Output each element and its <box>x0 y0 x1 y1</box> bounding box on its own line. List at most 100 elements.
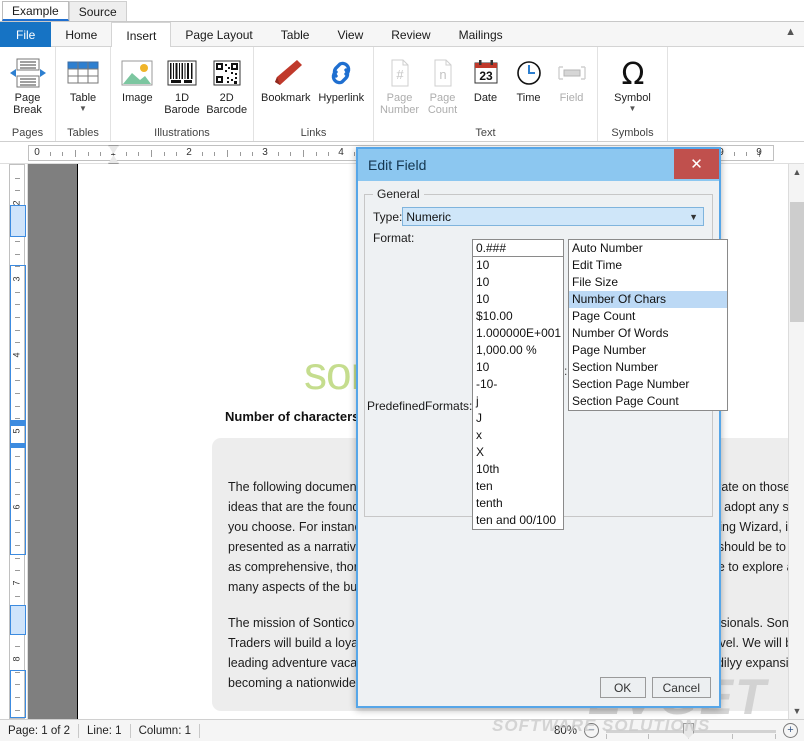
ribbon-group-title: Text <box>374 125 597 141</box>
vertical-scrollbar[interactable]: ▲ ▼ <box>788 164 804 719</box>
ribbon-group-links: Bookmark Hyperlink Links <box>254 47 374 141</box>
ribbon-tab-mailings[interactable]: Mailings <box>445 22 517 47</box>
chevron-down-icon[interactable]: ▼ <box>79 105 87 113</box>
page-break-button[interactable]: Page Break <box>4 51 51 116</box>
time-button[interactable]: Time <box>507 51 550 104</box>
bookmark-label: Bookmark <box>260 92 311 104</box>
status-line: Line: 1 <box>79 723 131 738</box>
ribbon-tab-view[interactable]: View <box>323 22 377 47</box>
document-tab-source[interactable]: Source <box>68 1 127 21</box>
format-option[interactable]: 10 <box>473 291 563 308</box>
scroll-down-button[interactable]: ▼ <box>789 703 804 719</box>
zoom-slider[interactable] <box>606 722 776 739</box>
format-option[interactable]: ten and 00/100 <box>473 512 563 529</box>
scroll-thumb[interactable] <box>790 202 804 322</box>
ruler-tick <box>87 152 89 156</box>
ok-button[interactable]: OK <box>599 677 646 698</box>
predefined-list-column: Auto Number Edit Time File Size Number Of C… <box>568 239 728 411</box>
ruler-number: 7 <box>11 580 22 586</box>
plus-circle-icon[interactable]: + <box>783 723 798 738</box>
cancel-button[interactable]: Cancel <box>651 677 711 698</box>
format-option[interactable]: 10 <box>473 359 563 376</box>
format-option[interactable]: 10th <box>473 461 563 478</box>
ruler-tick <box>201 152 203 156</box>
ribbon-tab-review[interactable]: Review <box>377 22 444 47</box>
dialog-title-bar[interactable]: Edit Field ✕ <box>358 149 719 181</box>
date-button[interactable]: 23 Date <box>464 51 507 104</box>
format-option[interactable]: $10.00 <box>473 308 563 325</box>
dialog-buttons: OK Cancel <box>599 677 711 698</box>
barcode-1d-button[interactable]: 1D Barode <box>160 51 205 116</box>
predefined-format-option[interactable]: Section Page Number <box>569 376 727 393</box>
ribbon-tab-page-layout[interactable]: Page Layout <box>171 22 266 47</box>
zoom-thumb[interactable] <box>683 722 694 739</box>
vertical-ruler[interactable]: 2345678 <box>6 164 28 719</box>
ribbon-tab-home[interactable]: Home <box>51 22 111 47</box>
general-group: General Type: Numeric ▼ Format: Predefin… <box>364 187 728 530</box>
format-option[interactable]: j <box>473 393 563 410</box>
format-input[interactable]: 0.### <box>473 240 563 257</box>
predefined-format-option[interactable]: File Size <box>569 274 727 291</box>
barcode-2d-icon <box>210 54 244 92</box>
predefined-format-option[interactable]: Section Page Count <box>569 393 727 410</box>
symbol-button[interactable]: Ω Symbol ▼ <box>607 51 659 113</box>
chevron-up-icon[interactable]: ▲ <box>785 26 796 38</box>
field-button[interactable]: Field <box>550 51 593 104</box>
minus-circle-icon[interactable]: − <box>584 723 599 738</box>
page-count-button[interactable]: n Page Count <box>421 51 464 116</box>
ribbon-group-text: # Page Number n Page Count 23 Date Time … <box>374 47 598 141</box>
format-option[interactable]: J <box>473 410 563 427</box>
hyperlink-button[interactable]: Hyperlink <box>314 51 370 104</box>
format-option[interactable]: x <box>473 427 563 444</box>
chevron-down-icon[interactable]: ▼ <box>689 212 698 222</box>
ribbon-group-title: Links <box>254 125 373 141</box>
predefined-format-option[interactable]: Edit Time <box>569 257 727 274</box>
ribbon-tab-label: Page Layout <box>185 27 253 42</box>
predefined-format-option[interactable]: Number Of Chars <box>569 291 727 308</box>
chevron-down-icon[interactable]: ▼ <box>629 105 637 113</box>
format-option[interactable]: 10 <box>473 274 563 291</box>
scroll-up-button[interactable]: ▲ <box>789 164 804 180</box>
ruler-tick <box>15 253 20 255</box>
vertical-ruler-track[interactable]: 2345678 <box>9 164 26 719</box>
barcode-2d-button[interactable]: 2D Barcode <box>204 51 249 116</box>
format-option[interactable]: 10 <box>473 257 563 274</box>
ruler-number: 0 <box>34 147 40 158</box>
predefined-format-option[interactable]: Page Count <box>569 308 727 325</box>
format-option[interactable]: tenth <box>473 495 563 512</box>
ruler-tick <box>252 152 254 156</box>
predefined-formats-listbox[interactable]: Auto Number Edit Time File Size Number Of C… <box>568 239 728 411</box>
format-option[interactable]: ten <box>473 478 563 495</box>
format-option[interactable]: 1,000.00 % <box>473 342 563 359</box>
ribbon-tab-table[interactable]: Table <box>267 22 324 47</box>
ribbon-tab-insert[interactable]: Insert <box>111 22 172 48</box>
type-label: Type: <box>373 209 403 224</box>
zoom-controls: 80% − + <box>554 722 798 739</box>
predefined-format-option[interactable]: Number Of Words <box>569 325 727 342</box>
image-button[interactable]: Image <box>115 51 160 104</box>
document-tab-bar: Example Source <box>0 0 804 22</box>
format-option[interactable]: X <box>473 444 563 461</box>
ruler-tick <box>733 152 735 156</box>
bookmark-button[interactable]: Bookmark <box>258 51 314 104</box>
bookmark-icon <box>267 54 305 92</box>
type-dropdown[interactable]: Numeric ▼ <box>402 207 704 226</box>
image-label: Image <box>122 92 153 104</box>
table-label: Table <box>69 92 97 104</box>
close-icon[interactable]: ✕ <box>674 149 719 179</box>
format-option[interactable]: -10- <box>473 376 563 393</box>
ruler-tick <box>15 570 20 572</box>
predefined-format-option[interactable]: Section Number <box>569 359 727 376</box>
format-listbox[interactable]: 0.### 10 10 10 $10.00 1.000000E+001 1,000.00 %… <box>472 239 564 530</box>
status-column: Column: 1 <box>131 723 200 738</box>
predefined-format-option[interactable]: Page Number <box>569 342 727 359</box>
predefined-format-option[interactable]: Auto Number <box>569 240 727 257</box>
svg-text:n: n <box>439 67 446 82</box>
edit-field-dialog[interactable]: Edit Field ✕ General Type: Numeric ▼ For… <box>356 147 728 708</box>
ribbon-tab-file[interactable]: File <box>0 22 52 47</box>
table-button[interactable]: Table ▼ <box>60 51 106 113</box>
document-tab-example[interactable]: Example <box>2 1 69 21</box>
page-number-button[interactable]: # Page Number <box>378 51 421 116</box>
format-option[interactable]: 1.000000E+001 <box>473 325 563 342</box>
clock-icon <box>514 54 544 92</box>
